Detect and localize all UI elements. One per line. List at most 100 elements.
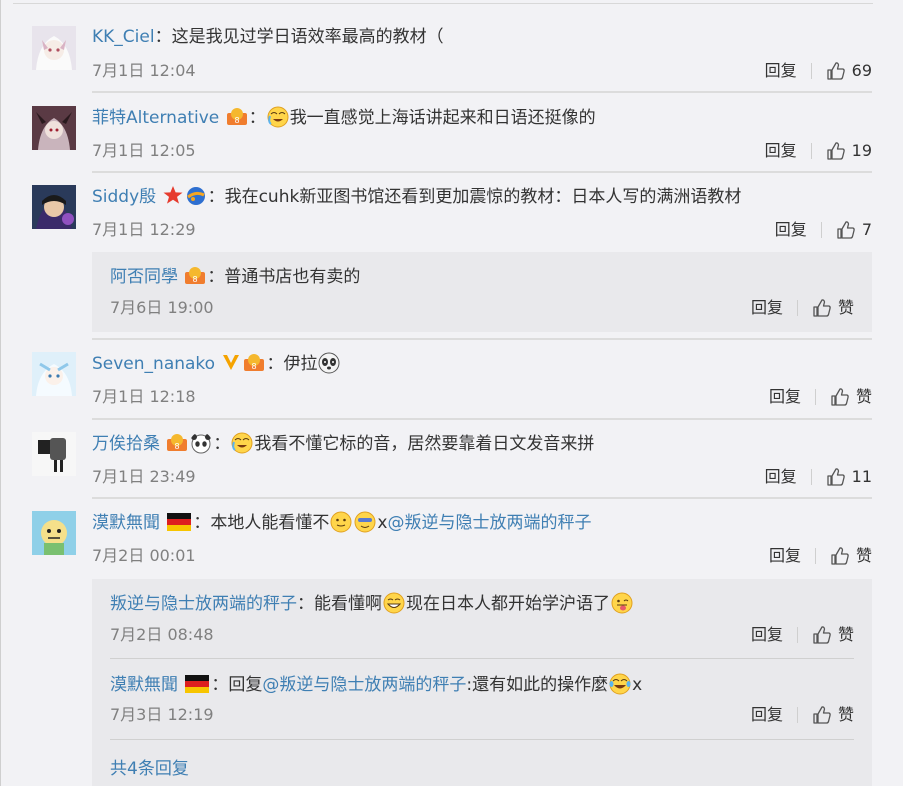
username-link[interactable]: 万俟拾桑	[92, 434, 160, 454]
like-button[interactable]: 赞	[812, 298, 854, 318]
like-button[interactable]: 赞	[830, 546, 872, 566]
comment-actions: 回复 7	[775, 220, 872, 240]
sub-reply-text: 普通书店也有卖的	[224, 267, 361, 287]
thumb-up-icon	[837, 221, 855, 239]
like-count: 69	[851, 61, 872, 80]
smile-emoji-icon	[330, 511, 352, 533]
username-link[interactable]: 漠默無聞	[110, 675, 178, 695]
comment-divider	[92, 171, 872, 173]
username-link[interactable]: 漠默無聞	[92, 513, 160, 533]
username-link[interactable]: Seven_nanako	[92, 354, 215, 374]
action-divider	[796, 300, 798, 316]
svg-text:8: 8	[193, 275, 198, 284]
sub-reply-text: :還有如此的操作麼	[466, 675, 609, 695]
sweat-emoji-icon	[354, 511, 376, 533]
like-label: 赞	[837, 705, 854, 724]
planet-badge-icon	[186, 187, 205, 205]
comment-divider	[92, 338, 872, 340]
crying-laugh-emoji-icon	[231, 432, 253, 454]
like-label: 赞	[855, 387, 872, 406]
username-link[interactable]: Siddy殷	[92, 187, 156, 207]
timestamp: 7月1日 12:05	[92, 141, 196, 160]
thumb-up-icon	[826, 468, 845, 486]
comment-text: 本地人能看懂不	[210, 513, 330, 533]
sub-reply-actions: 回复 赞	[751, 705, 854, 725]
like-button[interactable]: 69	[826, 61, 872, 81]
weibo-vip-icon	[223, 355, 240, 370]
reply-button[interactable]: 回复	[765, 467, 797, 487]
reply-button[interactable]: 回复	[765, 141, 797, 161]
avatar[interactable]	[32, 106, 76, 150]
grin-emoji-icon	[383, 592, 405, 614]
avatar[interactable]	[32, 352, 76, 396]
thumb-up-icon	[826, 62, 845, 80]
comment-text: 我一直感觉上海话讲起来和日语还挺像的	[289, 108, 596, 128]
like-button[interactable]: 11	[826, 467, 872, 487]
sub-reply-actions: 回复 赞	[751, 298, 854, 318]
comment-actions: 回复 11	[765, 467, 872, 487]
timestamp: 7月1日 23:49	[92, 467, 196, 486]
thumb-up-icon	[813, 706, 831, 724]
mention-link[interactable]: @叛逆与隐士放两端的秤子	[262, 675, 466, 695]
avatar[interactable]	[32, 511, 76, 555]
action-divider	[796, 707, 798, 723]
timestamp: 7月2日 08:48	[110, 625, 214, 644]
like-count: 7	[861, 220, 872, 239]
sub-reply-text: 回复	[228, 675, 263, 695]
thumb-up-icon	[831, 388, 849, 406]
username-link[interactable]: KK_Ciel	[92, 27, 155, 47]
reply-button[interactable]: 回复	[775, 220, 807, 240]
sub-reply-panel: 叛逆与隐士放两端的秤子：能看懂啊 现在日本人都开始学沪语了 7月2日 08:48 …	[92, 579, 872, 786]
reply-button[interactable]: 回复	[751, 625, 783, 645]
comment-text: 伊拉	[283, 354, 318, 374]
username-link[interactable]: 阿否同學	[110, 267, 178, 287]
action-divider	[796, 627, 798, 643]
sub-reply-actions: 回复 赞	[751, 625, 854, 645]
reply-button[interactable]: 回复	[769, 387, 801, 407]
like-label: 赞	[837, 298, 854, 317]
comment-content: 万俟拾桑 8：我看不懂它标的音，居然要靠着日文发音来拼	[92, 432, 595, 454]
comment-text-x: x	[377, 513, 388, 533]
reply-button[interactable]: 回复	[751, 705, 783, 725]
germany-flag-icon	[167, 513, 192, 531]
like-count: 11	[851, 467, 872, 486]
avatar[interactable]	[32, 432, 76, 476]
timestamp: 7月3日 12:19	[110, 705, 214, 724]
thumb-up-icon	[813, 299, 831, 317]
action-divider	[814, 389, 816, 405]
comment-actions: 回复 19	[765, 141, 872, 161]
sub-reply-panel: 阿否同學 8 ：普通书店也有卖的 7月6日 19:00 回复 赞	[92, 252, 872, 332]
avatar[interactable]	[32, 26, 76, 70]
thumb-up-icon	[813, 626, 831, 644]
comment-divider	[92, 418, 872, 420]
like-button[interactable]: 赞	[830, 387, 872, 407]
reply-button[interactable]: 回复	[765, 61, 797, 81]
mention-link[interactable]: @叛逆与隐士放两端的秤子	[387, 513, 591, 533]
username-link[interactable]: 菲特Alternative	[92, 108, 219, 128]
avatar[interactable]	[32, 185, 76, 229]
germany-flag-icon	[185, 675, 210, 693]
sub-reply-divider	[110, 658, 854, 659]
username-link[interactable]: 叛逆与隐士放两端的秤子	[110, 594, 297, 614]
sub-reply-text-x: x	[632, 675, 643, 695]
reply-button[interactable]: 回复	[751, 298, 783, 318]
panda-emoji-icon	[318, 352, 340, 374]
action-divider	[810, 143, 812, 159]
like-button[interactable]: 赞	[812, 625, 854, 645]
timestamp: 7月6日 19:00	[110, 298, 214, 317]
like-count: 19	[851, 141, 872, 160]
comment-actions: 回复 赞	[769, 387, 872, 407]
like-button[interactable]: 19	[826, 141, 872, 161]
like-label: 赞	[837, 625, 854, 644]
reply-button[interactable]: 回复	[769, 546, 801, 566]
sub-reply-content: 叛逆与隐士放两端的秤子：能看懂啊 现在日本人都开始学沪语了	[110, 592, 634, 615]
sub-reply-content: 漠默無聞 ：回复@叛逆与隐士放两端的秤子:還有如此的操作麼 x	[110, 673, 643, 695]
comment-divider	[92, 497, 872, 499]
comment-divider	[92, 91, 872, 93]
timestamp: 7月1日 12:18	[92, 387, 196, 406]
like-button[interactable]: 赞	[812, 705, 854, 725]
view-all-replies-link[interactable]: 共4条回复	[110, 754, 189, 779]
comment-content: KK_Ciel：这是我见过学日语效率最高的教材（	[92, 27, 444, 47]
comment-content: Seven_nanako 8 ：伊拉	[92, 352, 341, 375]
like-button[interactable]: 7	[836, 220, 872, 240]
